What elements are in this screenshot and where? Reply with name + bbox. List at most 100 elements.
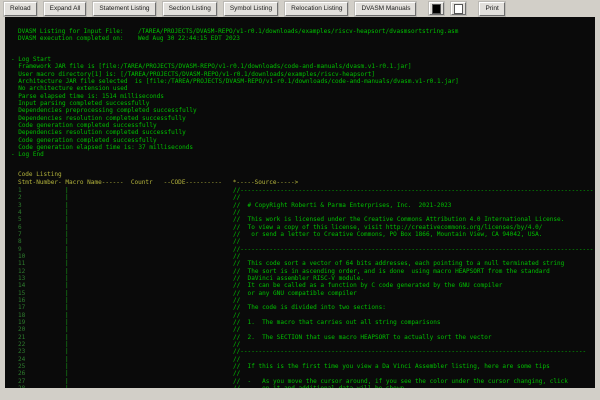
stmt-number: 23	[18, 348, 25, 355]
stmt-number: 25	[18, 363, 25, 370]
code-listing-row[interactable]: 23|//-----------------------------------…	[5, 348, 595, 355]
macro-column-separator: |	[65, 231, 69, 238]
code-listing-row[interactable]: 18|//	[5, 312, 595, 319]
macro-column-separator: |	[65, 224, 69, 231]
code-listing-row[interactable]: 15|// or any GNU compatible compiler	[5, 290, 595, 297]
source-text: // It can be called as a function by C c…	[233, 282, 502, 289]
log-toggle-line[interactable]: - Log End	[11, 151, 459, 158]
code-listing-row[interactable]: 6 | // To view a copy of this license, vis…	[5, 224, 595, 231]
macro-column-separator: |	[65, 238, 69, 245]
stmt-number: 28	[18, 385, 25, 388]
source-text: // on it and additional data will be sho…	[233, 385, 404, 388]
macro-column-separator: |	[65, 246, 69, 253]
macro-column-separator: |	[65, 304, 69, 311]
toolbar-button-relocation-listing[interactable]: Relocation Listing	[285, 2, 348, 16]
code-listing-row[interactable]: 22 | //	[5, 341, 595, 348]
code-listing-row[interactable]: 28|// on it and additional data will be …	[5, 385, 595, 388]
stmt-number: 14	[18, 282, 25, 289]
macro-column-separator: |	[65, 216, 69, 223]
log-line: User macro directory[1] is: [/TAREA/PROJ…	[11, 71, 459, 78]
white-color-swatch-button[interactable]	[451, 2, 466, 15]
code-listing-row[interactable]: 9|//------------------------------------…	[5, 246, 595, 253]
source-text: // This code sort a vector of 64 bits ad…	[233, 260, 564, 267]
black-color-swatch-button[interactable]	[429, 2, 444, 15]
code-listing-row[interactable]: 5|// This work is licensed under the Cre…	[5, 216, 595, 223]
stmt-number: 6	[18, 224, 22, 231]
stmt-number: 27	[18, 378, 25, 385]
code-listing-row[interactable]: 17|// The code is divided into two secti…	[5, 304, 595, 311]
stmt-number: 21	[18, 334, 25, 341]
source-text: // This work is licensed under the Creat…	[233, 216, 564, 223]
macro-column-separator: |	[65, 187, 69, 194]
listing-terminal[interactable]: DVASM Listing for Input File:/TAREA/PROJ…	[5, 17, 595, 388]
source-text: // 1. The macro that carries out all str…	[233, 319, 441, 326]
macro-column-separator: |	[65, 370, 69, 377]
code-listing-row[interactable]: 10|//	[5, 253, 595, 260]
source-text: // or send a letter to Creative Commons,…	[233, 231, 542, 238]
code-listing-row[interactable]: 13|// DaVinci assembler RISC-V module.	[5, 275, 595, 282]
log-line: Dependencies preprocessing completed suc…	[11, 107, 459, 114]
toolbar-button-dvasm-manuals[interactable]: DVASM Manuals	[355, 2, 416, 16]
code-listing-row[interactable]: 16|//	[5, 297, 595, 304]
source-text: // The sort is in ascending order, and i…	[233, 268, 550, 275]
stmt-number: 1	[18, 187, 22, 194]
macro-column-separator: |	[65, 356, 69, 363]
code-listing-row[interactable]: 1|//------------------------------------…	[5, 187, 595, 194]
stmt-number: 22	[18, 341, 25, 348]
source-text: //--------------------------------------…	[233, 348, 586, 355]
macro-column-separator: |	[65, 363, 69, 370]
source-text: //	[233, 341, 240, 348]
source-text: // To view a copy of this license, visit…	[233, 224, 542, 231]
code-listing-row[interactable]: 3|// # CopyRight Roberti & Parma Enterpr…	[5, 202, 595, 209]
code-listing-row[interactable]: 12|// The sort is in ascending order, an…	[5, 268, 595, 275]
macro-column-separator: |	[65, 194, 69, 201]
toolbar-button-group: Reload Expand All Statement Listing Section…	[4, 2, 416, 16]
toolbar-button-section-listing[interactable]: Section Listing	[163, 2, 217, 16]
code-listing-row[interactable]: 25 | // If this is the first time you view…	[5, 363, 595, 370]
code-listing-row[interactable]: 2|//	[5, 194, 595, 201]
code-listing-row[interactable]: 4|//	[5, 209, 595, 216]
macro-column-separator: |	[65, 326, 69, 333]
code-listing-title: Code Listing	[18, 171, 62, 178]
code-listing-row[interactable]: 7|// or send a letter to Creative Common…	[5, 231, 595, 238]
macro-column-separator: |	[65, 202, 69, 209]
source-text: //	[233, 356, 240, 363]
toolbar-button-reload[interactable]: Reload	[4, 2, 37, 16]
source-text: // If this is the first time you view a …	[233, 363, 550, 370]
stmt-number: 13	[18, 275, 25, 282]
code-listing-row[interactable]: 19|// 1. The macro that carries out all …	[5, 319, 595, 326]
stmt-number: 4	[18, 209, 22, 216]
macro-column-separator: |	[65, 253, 69, 260]
log-toggle-line[interactable]: - Log Start	[11, 56, 459, 63]
stmt-number: 10	[18, 253, 25, 260]
code-listing-row[interactable]: 14|// It can be called as a function by …	[5, 282, 595, 289]
source-text: //	[233, 326, 240, 333]
stmt-number: 3	[18, 202, 22, 209]
macro-column-separator: |	[65, 341, 69, 348]
toolbar-button-expand-all[interactable]: Expand All	[44, 2, 87, 16]
source-text: //	[233, 312, 240, 319]
code-listing-row[interactable]: 21|// 2. The SECTION that use macro HEAP…	[5, 334, 595, 341]
code-listing-row[interactable]: 11|// This code sort a vector of 64 bits…	[5, 260, 595, 267]
stmt-number: 9	[18, 246, 22, 253]
toolbar-button-symbol-listing[interactable]: Symbol Listing	[224, 2, 278, 16]
log-line: Parse elapsed time is: 1514 milliseconds	[11, 93, 459, 100]
code-listing-row[interactable]: 20 | //	[5, 326, 595, 333]
black-square-icon	[432, 4, 441, 14]
code-listing-row[interactable]: 8|//	[5, 238, 595, 245]
macro-column-separator: |	[65, 334, 69, 341]
log-line: Dependencies resolution completed succes…	[11, 115, 459, 122]
toolbar-button-statement-listing[interactable]: Statement Listing	[93, 2, 155, 16]
run-info-value: Wed Aug 30 22:44:15 EDT 2023	[138, 35, 240, 42]
log-line: Code generation elapsed time is: 37 mill…	[11, 144, 459, 151]
run-info-line: DVASM Listing for Input File:/TAREA/PROJ…	[18, 28, 458, 35]
code-listing-row[interactable]: 26|//	[5, 370, 595, 377]
code-listing-row[interactable]: 27|// - As you move the cursor around, i…	[5, 378, 595, 385]
source-text: //	[233, 194, 240, 201]
log-line: Code generation completed successfully	[11, 137, 459, 144]
code-listing-row[interactable]: 24|//	[5, 356, 595, 363]
print-button[interactable]: Print	[479, 2, 504, 16]
log-block: - Log Start Framework JAR file is [file:…	[11, 56, 459, 159]
log-line: Code generation completed successfully	[11, 122, 459, 129]
stmt-number: 20	[18, 326, 25, 333]
